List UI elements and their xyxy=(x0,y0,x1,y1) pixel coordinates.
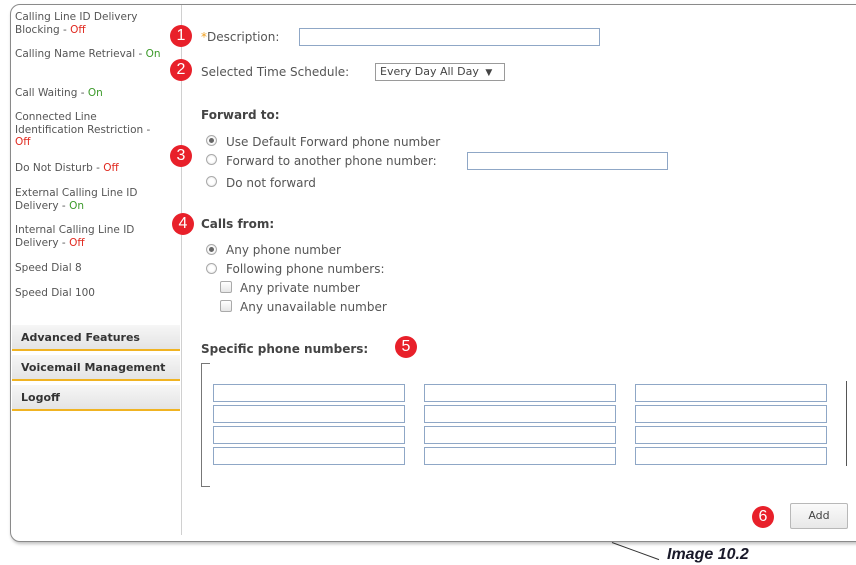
any-unavailable-number-label: Any unavailable number xyxy=(240,300,387,314)
sidebar-item-external-calling-line-id-delivery[interactable]: External Calling Line ID Delivery - On xyxy=(15,187,167,212)
radio-any-phone-number[interactable] xyxy=(206,244,217,255)
calls-from-any-label: Any phone number xyxy=(226,243,341,257)
phone-number-input[interactable] xyxy=(213,426,405,444)
step-badge-5: 5 xyxy=(395,336,417,358)
caret-down-icon: ▼ xyxy=(485,68,493,78)
phone-number-input[interactable] xyxy=(635,384,827,402)
phone-number-input[interactable] xyxy=(213,405,405,423)
specific-numbers-group xyxy=(201,363,847,487)
sidebar-divider xyxy=(181,5,182,535)
radio-forward-default[interactable] xyxy=(206,135,217,146)
calls-from-title: Calls from: xyxy=(201,217,275,231)
forward-number-input[interactable] xyxy=(467,152,668,170)
step-badge-2: 2 xyxy=(170,59,192,81)
phone-number-input[interactable] xyxy=(424,447,616,465)
status-off: Off xyxy=(103,162,119,174)
checkbox-any-unavailable-number[interactable] xyxy=(220,300,232,312)
step-badge-3: 3 xyxy=(170,145,192,167)
phone-number-input[interactable] xyxy=(635,405,827,423)
sidebar-item-internal-calling-line-id-delivery[interactable]: Internal Calling Line ID Delivery - Off xyxy=(15,224,167,249)
menu-voicemail-management[interactable]: Voicemail Management xyxy=(12,355,180,381)
status-on: On xyxy=(145,48,161,60)
calls-from-following-label: Following phone numbers: xyxy=(226,262,385,276)
phone-number-input[interactable] xyxy=(424,405,616,423)
forward-option-another-label: Forward to another phone number: xyxy=(226,154,437,168)
checkbox-any-private-number[interactable] xyxy=(220,281,232,293)
sidebar-item-calling-line-id-delivery-blocking[interactable]: Calling Line ID Delivery Blocking - Off xyxy=(15,11,167,36)
sidebar-item-call-waiting[interactable]: Call Waiting - On xyxy=(15,87,167,100)
status-off: Off xyxy=(69,236,85,249)
add-button[interactable]: Add xyxy=(790,503,848,529)
specific-numbers-title: Specific phone numbers: xyxy=(201,342,369,356)
menu-logoff[interactable]: Logoff xyxy=(12,385,180,411)
status-off: Off xyxy=(70,23,86,36)
sidebar-item-do-not-disturb[interactable]: Do Not Disturb - Off xyxy=(15,162,167,175)
radio-following-phone-numbers[interactable] xyxy=(206,263,217,274)
fieldset-border xyxy=(201,363,210,487)
forward-to-title: Forward to: xyxy=(201,108,280,122)
fieldset-border-right xyxy=(846,381,847,466)
phone-number-input[interactable] xyxy=(213,447,405,465)
status-off: Off xyxy=(15,136,31,148)
menu-advanced-features[interactable]: Advanced Features xyxy=(12,325,180,351)
image-caption: Image 10.2 xyxy=(667,546,749,563)
radio-forward-another[interactable] xyxy=(206,154,217,165)
phone-number-input[interactable] xyxy=(635,447,827,465)
phone-number-input[interactable] xyxy=(424,426,616,444)
sidebar-item-calling-name-retrieval[interactable]: Calling Name Retrieval - On xyxy=(15,48,167,61)
sidebar-item-speed-dial-100[interactable]: Speed Dial 100 xyxy=(15,287,167,300)
forward-option-default-label: Use Default Forward phone number xyxy=(226,135,441,149)
radio-do-not-forward[interactable] xyxy=(206,176,217,187)
schedule-select[interactable]: Every Day All Day ▼ xyxy=(375,63,505,81)
sidebar-item-speed-dial-8[interactable]: Speed Dial 8 xyxy=(15,262,167,275)
description-label: *Description: xyxy=(201,30,280,44)
step-badge-1: 1 xyxy=(170,25,192,47)
any-private-number-label: Any private number xyxy=(240,281,360,295)
status-on: On xyxy=(87,87,103,99)
schedule-label: Selected Time Schedule: xyxy=(201,65,350,79)
phone-number-input[interactable] xyxy=(635,426,827,444)
caption-pointer-line xyxy=(611,542,660,561)
sidebar-item-connected-line-identification-restriction[interactable]: Connected Line Identification Restrictio… xyxy=(15,111,165,149)
description-input[interactable] xyxy=(299,28,600,46)
step-badge-4: 4 xyxy=(172,213,194,235)
schedule-selected-value: Every Day All Day xyxy=(380,65,479,78)
step-badge-6: 6 xyxy=(752,506,774,528)
phone-number-input[interactable] xyxy=(213,384,405,402)
forward-option-none-label: Do not forward xyxy=(226,176,316,190)
status-on: On xyxy=(69,199,84,212)
phone-number-input[interactable] xyxy=(424,384,616,402)
